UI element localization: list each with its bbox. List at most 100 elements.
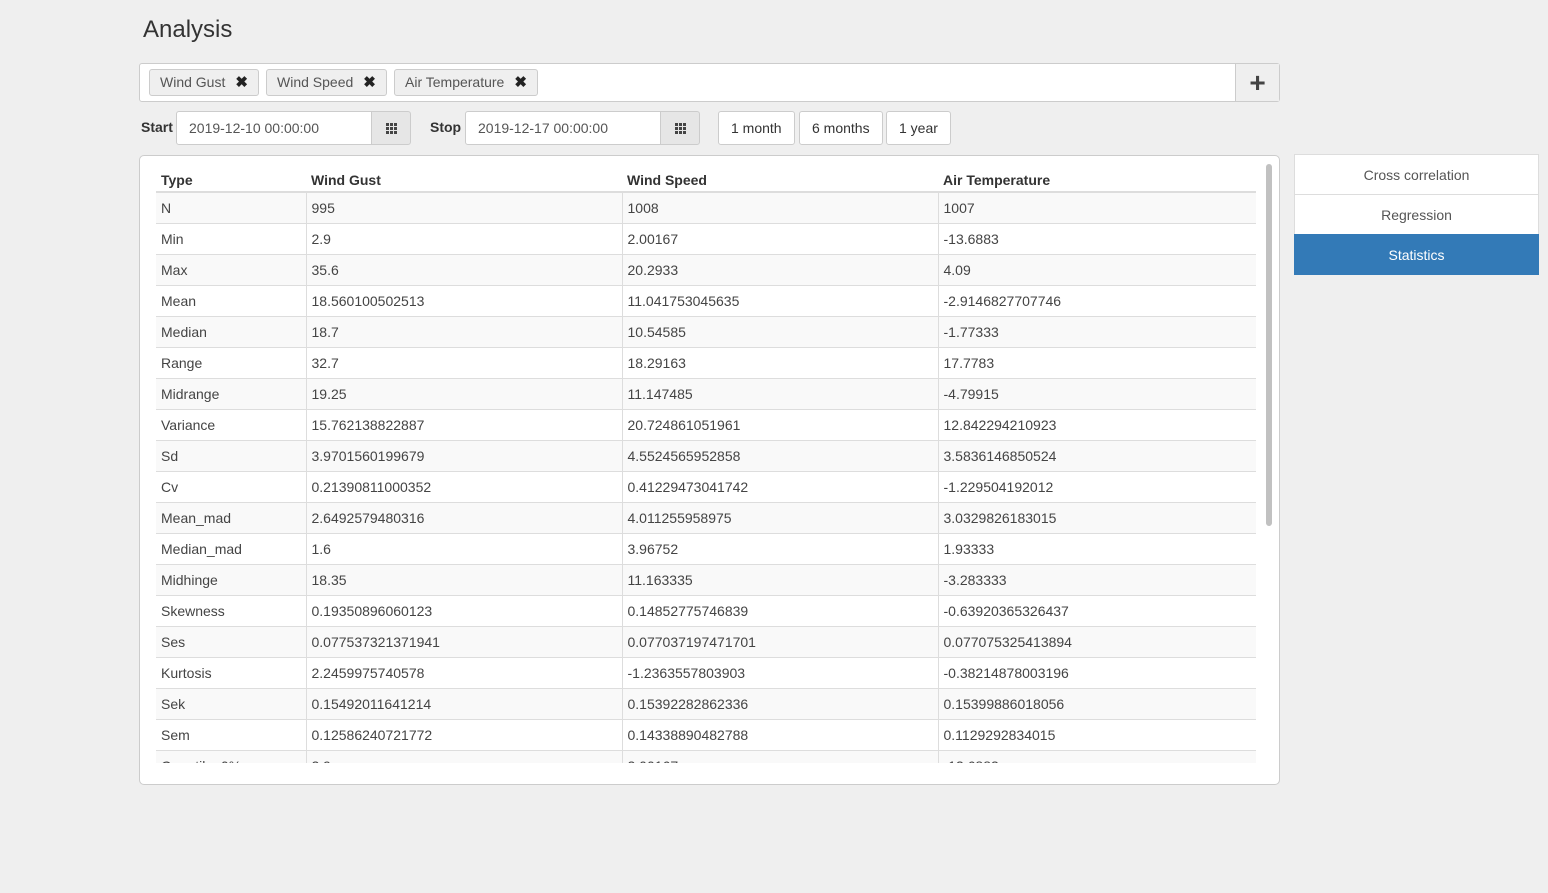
variable-tag-input[interactable]: Wind Gust ✖ Wind Speed ✖ Air Temperature ✖ …	[139, 63, 1280, 102]
stat-value-cell: 3.9701560199679	[305, 439, 622, 471]
stat-name-cell: Median	[156, 315, 306, 347]
stat-value-cell: 18.29163	[621, 346, 938, 378]
stat-value-cell: 15.762138822887	[305, 408, 622, 440]
stat-value-cell: 0.077037197471701	[621, 625, 938, 657]
table-row: Cv 0.21390811000352 0.41229473041742 -1.229…	[156, 470, 1256, 502]
table-row: Ses 0.077537321371941 0.077037197471701 0.0…	[156, 625, 1256, 657]
stat-value-cell: 35.6	[305, 253, 622, 285]
table-row: Sek 0.15492011641214 0.15392282862336 0.153…	[156, 687, 1256, 719]
stat-value-cell: 3.96752	[621, 532, 938, 564]
tag-wind-speed: Wind Speed ✖	[266, 69, 387, 96]
menu-regression[interactable]: Regression	[1294, 194, 1539, 235]
stat-value-cell: -0.63920365326437	[937, 594, 1256, 626]
stat-value-cell: 18.35	[305, 563, 622, 595]
stat-value-cell: 3.5836146850524	[937, 439, 1256, 471]
start-label: Start	[141, 119, 173, 135]
stat-value-cell: 17.7783	[937, 346, 1256, 378]
table-row: Mean_mad 2.6492579480316 4.011255958975 3.0…	[156, 501, 1256, 533]
stat-value-cell: -0.38214878003196	[937, 656, 1256, 688]
stat-value-cell: 20.724861051961	[621, 408, 938, 440]
stat-value-cell: 1.93333	[937, 532, 1256, 564]
stat-value-cell: 0.41229473041742	[621, 470, 938, 502]
stat-name-cell: Kurtosis	[156, 656, 306, 688]
stat-value-cell: 0.15492011641214	[305, 687, 622, 719]
range-6-months-button[interactable]: 6 months	[799, 111, 883, 145]
table-row: Median 18.7 10.54585 -1.77333	[156, 315, 1256, 347]
stat-value-cell: 0.14852775746839	[621, 594, 938, 626]
stat-value-cell: -4.79915	[937, 377, 1256, 409]
stat-value-cell: 0.19350896060123	[305, 594, 622, 626]
remove-tag-icon[interactable]: ✖	[235, 74, 248, 91]
stat-name-cell: Mean	[156, 284, 306, 316]
table-row: Sem 0.12586240721772 0.14338890482788 0.112…	[156, 718, 1256, 750]
stat-value-cell: 2.2459975740578	[305, 656, 622, 688]
stat-name-cell: Sd	[156, 439, 306, 471]
tag-wind-gust: Wind Gust ✖	[149, 69, 259, 96]
tag-label: Air Temperature	[405, 74, 505, 90]
stat-name-cell: Min	[156, 222, 306, 254]
stat-value-cell: -1.2363557803903	[621, 656, 938, 688]
statistics-table-scroll[interactable]: Type Wind Gust Wind Speed Air Temperatur…	[156, 164, 1256, 763]
stat-value-cell: 0.15392282862336	[621, 687, 938, 719]
plus-icon: +	[1249, 67, 1266, 98]
stop-label: Stop	[430, 119, 462, 135]
stat-name-cell: Sem	[156, 718, 306, 750]
stop-calendar-button[interactable]	[660, 111, 700, 145]
stat-value-cell: 3.0329826183015	[937, 501, 1256, 533]
table-row: N 995 1008 1007	[156, 191, 1256, 223]
analysis-menu: Cross correlation Regression Statistics	[1294, 154, 1539, 275]
table-row: Quantile_0%2.92.00167-13.6883	[156, 749, 1256, 763]
stat-value-cell: -13.6883	[937, 749, 1256, 763]
statistics-panel: Type Wind Gust Wind Speed Air Temperatur…	[139, 155, 1280, 785]
stat-value-cell: 19.25	[305, 377, 622, 409]
menu-cross-correlation[interactable]: Cross correlation	[1294, 154, 1539, 195]
table-row: Midhinge 18.35 11.163335 -3.283333	[156, 563, 1256, 595]
table-row: Median_mad 1.6 3.96752 1.93333	[156, 532, 1256, 564]
menu-statistics[interactable]: Statistics	[1294, 234, 1539, 275]
table-row: Variance 15.762138822887 20.724861051961 12…	[156, 408, 1256, 440]
range-1-year-button[interactable]: 1 year	[886, 111, 951, 145]
remove-tag-icon[interactable]: ✖	[514, 74, 527, 91]
stat-value-cell: 0.14338890482788	[621, 718, 938, 750]
calendar-icon	[385, 122, 397, 134]
stat-value-cell: -3.283333	[937, 563, 1256, 595]
tag-label: Wind Speed	[277, 74, 354, 90]
range-1-month-button[interactable]: 1 month	[718, 111, 795, 145]
stat-value-cell: 1008	[621, 191, 938, 223]
calendar-icon	[674, 122, 686, 134]
remove-tag-icon[interactable]: ✖	[363, 74, 376, 91]
header-wind-gust: Wind Gust	[306, 164, 622, 193]
table-row: Kurtosis 2.2459975740578 -1.2363557803903-…	[156, 656, 1256, 688]
stat-value-cell: 11.147485	[621, 377, 938, 409]
stat-name-cell: Mean_mad	[156, 501, 306, 533]
start-calendar-button[interactable]	[371, 111, 411, 145]
stat-value-cell: -2.9146827707746	[937, 284, 1256, 316]
stat-name-cell: Variance	[156, 408, 306, 440]
stat-name-cell: Cv	[156, 470, 306, 502]
add-variable-button[interactable]: +	[1235, 64, 1279, 101]
stat-value-cell: 4.011255958975	[621, 501, 938, 533]
stat-value-cell: 0.15399886018056	[937, 687, 1256, 719]
scrollbar-thumb[interactable]	[1266, 164, 1272, 526]
stat-value-cell: 0.077537321371941	[305, 625, 622, 657]
start-date-input[interactable]: 2019-12-10 00:00:00	[176, 111, 372, 145]
stop-date-input[interactable]: 2019-12-17 00:00:00	[465, 111, 661, 145]
stat-value-cell: -13.6883	[937, 222, 1256, 254]
stat-value-cell: 11.163335	[621, 563, 938, 595]
tag-label: Wind Gust	[160, 74, 226, 90]
stat-name-cell: Ses	[156, 625, 306, 657]
stat-value-cell: 995	[305, 191, 622, 223]
table-header: Type Wind Gust Wind Speed Air Temperatur…	[156, 164, 1256, 193]
stat-value-cell: 2.6492579480316	[305, 501, 622, 533]
stat-name-cell: Sek	[156, 687, 306, 719]
table-row: Min 2.9 2.00167 -13.6883	[156, 222, 1256, 254]
header-type: Type	[156, 164, 306, 193]
stat-value-cell: 0.12586240721772	[305, 718, 622, 750]
stat-value-cell: 4.09	[937, 253, 1256, 285]
stat-name-cell: Max	[156, 253, 306, 285]
stat-value-cell: 2.00167	[621, 749, 938, 763]
tag-air-temperature: Air Temperature ✖	[394, 69, 538, 96]
stat-value-cell: 18.560100502513	[305, 284, 622, 316]
stat-name-cell: Midhinge	[156, 563, 306, 595]
header-air-temperature: Air Temperature	[938, 164, 1256, 193]
